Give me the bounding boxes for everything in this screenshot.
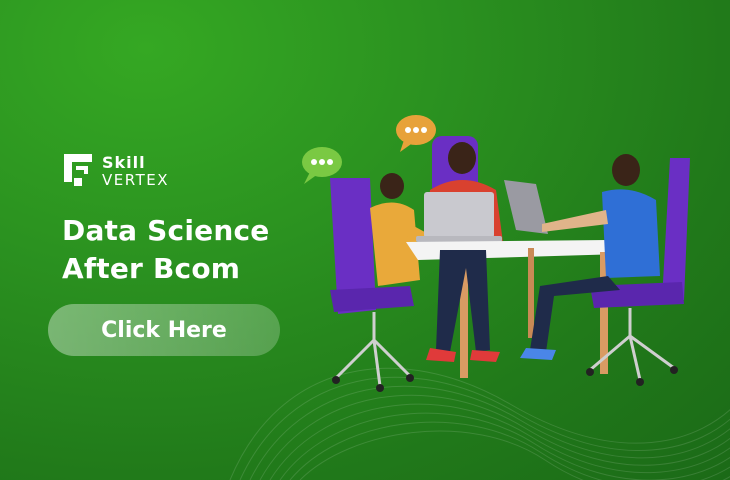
brand-logo: Skill VERTEX (62, 152, 169, 190)
page-title: Data Science After Bcom (62, 212, 269, 288)
speech-bubble-icon (396, 115, 436, 152)
brand-name-line1: Skill (102, 152, 146, 172)
headline-line2: After Bcom (62, 252, 241, 285)
logo-icon (64, 154, 92, 186)
promo-banner: Skill VERTEX Data Science After Bcom Cli… (0, 0, 730, 480)
brand-name-line2: VERTEX (102, 170, 169, 189)
click-here-button[interactable]: Click Here (48, 304, 280, 356)
headline-line1: Data Science (62, 214, 270, 247)
meeting-illustration (302, 115, 690, 392)
